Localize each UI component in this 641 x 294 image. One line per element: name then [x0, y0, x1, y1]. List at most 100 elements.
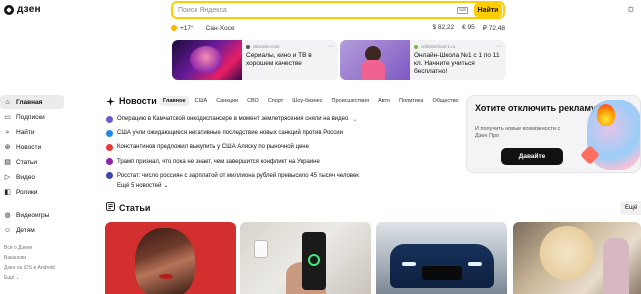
sidebar: ⌂ Главная ▭ Подписки ⌕ Найти ⊛ Новости ▤…	[0, 95, 68, 283]
search-bar: ⌨ Найти	[171, 1, 505, 19]
weather-widget[interactable]: +17°	[171, 25, 194, 32]
search-input[interactable]	[173, 3, 457, 17]
news-item[interactable]: Росстат: число россиян с зарплатой от ми…	[106, 169, 466, 183]
promo-image	[340, 40, 410, 80]
sidebar-item-home[interactable]: ⌂ Главная	[0, 95, 64, 109]
link-more[interactable]: Ещё ⌄	[4, 273, 68, 283]
kids-icon: ☺	[3, 226, 12, 234]
promo-card[interactable]: onlineschool-1.ru ··· Онлайн-Школа №1 с …	[340, 40, 506, 80]
sidebar-divider	[0, 200, 68, 208]
news-item[interactable]: Операцию в Камчатской онкодиспансере в м…	[106, 112, 466, 126]
tab-sport[interactable]: Спорт	[265, 96, 286, 106]
disable-ads-card: Хотите отключить рекламу? И получить нов…	[466, 95, 641, 173]
image-detail	[159, 274, 173, 279]
image-detail	[254, 240, 268, 258]
tab-incidents[interactable]: Происшествия	[329, 96, 373, 106]
flame-icon	[597, 104, 615, 126]
keyboard-icon[interactable]: ⌨	[457, 6, 468, 14]
news-item[interactable]: США учли ожидающиеся негативные последст…	[106, 126, 466, 140]
rate-usd: $ 82,22	[432, 24, 455, 31]
ad-accept-button[interactable]: Давайте	[501, 148, 563, 165]
image-detail	[603, 238, 629, 294]
gamepad-icon: ◍	[4, 211, 11, 219]
sidebar-item-subscriptions[interactable]: ▭ Подписки	[0, 110, 68, 124]
source-icon	[106, 158, 113, 166]
more-options-icon[interactable]: ···	[495, 43, 502, 50]
articles-header[interactable]: Статьи	[106, 202, 150, 213]
image-detail	[468, 262, 482, 266]
news-header[interactable]: Новости	[106, 96, 157, 106]
ad-subtitle: И получить новые возможности с Дзен Про	[475, 126, 561, 139]
article-card[interactable]	[513, 222, 641, 294]
sidebar-item-search[interactable]: ⌕ Найти	[0, 125, 68, 139]
news-list: Операцию в Камчатской онкодиспансере в м…	[106, 112, 466, 183]
subscriptions-icon: ▭	[4, 113, 11, 121]
news-item[interactable]: Константинов предложил выкупить у США Ал…	[106, 140, 466, 154]
news-item[interactable]: Трамп признал, что пока не знает, чем за…	[106, 155, 466, 169]
source-icon	[106, 115, 113, 123]
tab-auto[interactable]: Авто	[375, 96, 393, 106]
news-headline: Операцию в Камчатской онкодиспансере в м…	[117, 116, 349, 123]
sidebar-item-label: Статьи	[16, 158, 38, 166]
promo-card[interactable]: okmovie.com ··· Сериалы, кино и ТВ в хор…	[172, 40, 338, 80]
chevron-down-icon[interactable]: ⌄	[352, 116, 357, 123]
link-apps[interactable]: Дзен на iOS и Android	[4, 263, 68, 273]
image-detail	[308, 254, 320, 266]
promo-source: onlineschool-1.ru ···	[414, 43, 502, 50]
promo-body: okmovie.com ··· Сериалы, кино и ТВ в хор…	[242, 40, 338, 80]
image-detail	[422, 266, 462, 280]
sidebar-item-video[interactable]: ▷ Видео	[0, 170, 68, 184]
news-headline: Росстат: число россиян с зарплатой от ми…	[117, 172, 359, 179]
temperature: +17°	[180, 24, 194, 32]
articles-icon: ▤	[4, 158, 11, 166]
info-bar: +17° Сан-Хосе $ 82,22 € 95 ₽ 72,48	[171, 24, 505, 32]
search-icon: ⌕	[5, 128, 10, 136]
sidebar-item-kids[interactable]: ☺ Детям	[0, 223, 68, 237]
promo-title: Сериалы, кино и ТВ в хорошем качестве	[246, 52, 312, 67]
more-news-button[interactable]: Ещё 5 новостей ⌄	[117, 182, 168, 190]
tab-society[interactable]: Общество	[429, 96, 461, 106]
news-title: Новости	[119, 96, 157, 106]
source-icon	[106, 172, 113, 180]
currency-rates[interactable]: $ 82,22 € 95 ₽ 72,48	[432, 24, 505, 32]
articles-title: Статьи	[119, 202, 151, 213]
promo-title: Онлайн-Школа №1 с 1 по 11 кл. Начните уч…	[414, 52, 500, 75]
sidebar-item-label: Новости	[16, 143, 42, 151]
city-name[interactable]: Сан-Хосе	[206, 25, 235, 32]
news-icon: ⊛	[4, 143, 11, 151]
article-card[interactable]	[105, 222, 236, 294]
tab-usa[interactable]: США	[192, 96, 211, 106]
news-logo-icon	[106, 96, 115, 106]
news-headline: США учли ожидающиеся негативные последст…	[117, 130, 343, 137]
rate-eur: € 95	[462, 24, 475, 31]
sidebar-item-articles[interactable]: ▤ Статьи	[0, 155, 68, 169]
articles-more-button[interactable]: Ещё	[620, 201, 641, 215]
dzen-logo[interactable]: дзен	[4, 4, 41, 15]
tab-svo[interactable]: СВО	[244, 96, 262, 106]
settings-icon[interactable]: ☼	[626, 4, 636, 15]
shorts-icon: ◧	[4, 188, 11, 196]
news-headline: Трамп признал, что пока не знает, чем за…	[117, 158, 320, 165]
link-more-label: Ещё	[4, 275, 15, 281]
sidebar-item-label: Детям	[16, 226, 35, 234]
sidebar-item-label: Подписки	[16, 113, 45, 121]
sidebar-item-label: Главная	[16, 98, 43, 106]
rate-oil: ₽ 72,48	[482, 25, 505, 32]
tab-showbiz[interactable]: Шоу-бизнес	[289, 96, 325, 106]
sidebar-item-label: Видеоигры	[16, 211, 50, 219]
sidebar-item-shorts[interactable]: ◧ Ролики	[0, 185, 68, 199]
article-card[interactable]	[376, 222, 507, 294]
tab-main[interactable]: Главное	[160, 96, 189, 106]
search-button[interactable]: Найти	[474, 3, 502, 17]
sidebar-item-news[interactable]: ⊛ Новости	[0, 140, 68, 154]
more-options-icon[interactable]: ···	[327, 43, 334, 50]
link-jobs[interactable]: Вакансии	[4, 253, 68, 263]
article-card[interactable]	[240, 222, 371, 294]
dzen-logo-icon	[4, 4, 14, 15]
tab-sanctions[interactable]: Санкции	[213, 96, 241, 106]
article-image	[135, 228, 195, 294]
weather-sun-icon	[171, 25, 177, 31]
tab-politics[interactable]: Политика	[396, 96, 426, 106]
link-about[interactable]: Всё о Дзене	[4, 243, 68, 253]
sidebar-item-videogames[interactable]: ◍ Видеоигры	[0, 208, 68, 222]
